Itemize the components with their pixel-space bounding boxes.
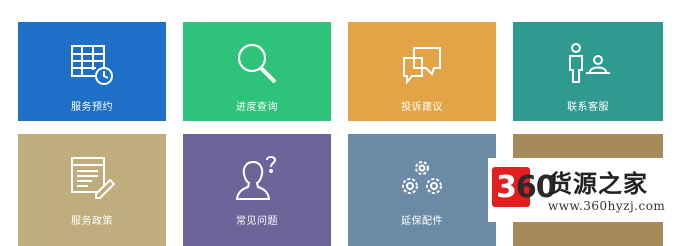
tile-warranty-parts[interactable]: 延保配件 — [348, 134, 496, 246]
tile-label: 常见问题 — [236, 216, 278, 227]
tile-label: 服务政策 — [71, 216, 113, 227]
chat-bubbles-icon — [398, 40, 446, 88]
watermark-url: www.360hyzj.com — [548, 199, 666, 213]
gears-icon — [398, 154, 446, 202]
tile-label: 服务预约 — [71, 102, 113, 113]
tile-faq[interactable]: 常见问题 — [183, 134, 331, 246]
tile-service-policy[interactable]: 服务政策 — [18, 134, 166, 246]
tile-label: 延保配件 — [401, 216, 443, 227]
watermark-logo: 360 货源之家 www.360hyzj.com — [488, 158, 682, 222]
tile-progress-query[interactable]: 进度查询 — [183, 22, 331, 121]
tile-service-booking[interactable]: 服务预约 — [18, 22, 166, 121]
tile-label: 投诉建议 — [401, 102, 443, 113]
watermark-site-name: 货源之家 — [548, 170, 648, 198]
tile-label: 联系客服 — [567, 102, 609, 113]
tile-complaints-suggestions[interactable]: 投诉建议 — [348, 22, 496, 121]
service-desk-icon — [564, 40, 612, 88]
watermark-360: 360 — [496, 170, 557, 205]
tile-label: 进度查询 — [236, 102, 278, 113]
document-pen-icon — [68, 154, 116, 202]
person-question-icon — [233, 154, 281, 202]
magnifier-icon — [233, 40, 281, 88]
tile-contact-service[interactable]: 联系客服 — [513, 22, 663, 121]
calendar-clock-icon — [68, 40, 116, 88]
